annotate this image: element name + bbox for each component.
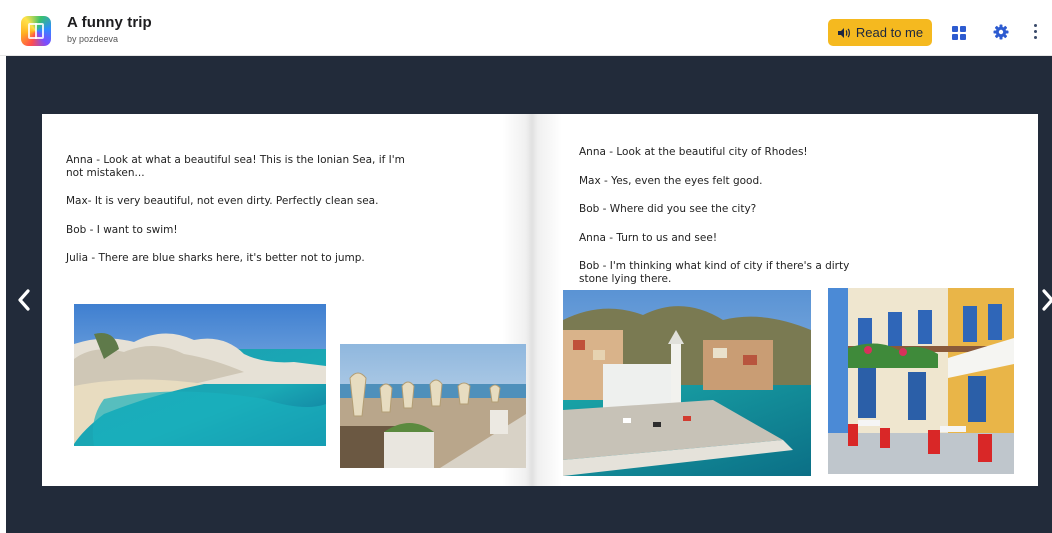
- dialogue-line: Julia - There are blue sharks here, it's…: [66, 252, 365, 264]
- read-to-me-button[interactable]: Read to me: [828, 19, 932, 46]
- dialogue-line: Anna - Look at the beautiful city of Rho…: [579, 146, 808, 158]
- dialogue-line: Max - Yes, even the eyes felt good.: [579, 174, 763, 187]
- book-title: A funny trip: [67, 14, 152, 31]
- dialogue-line: Max- It is very beautiful, not even dirt…: [66, 195, 379, 207]
- chevron-left-icon[interactable]: [14, 286, 34, 314]
- right-page-text: Anna - Look at the beautiful city of Rho…: [579, 146, 879, 301]
- top-bar: A funny trip by pozdeeva Read to me: [0, 0, 1052, 56]
- chevron-right-icon[interactable]: [1038, 286, 1052, 314]
- book-author: by pozdeeva: [67, 34, 119, 44]
- speaker-icon: [837, 27, 850, 38]
- dialogue-line: Bob - Where did you see the city?: [579, 203, 757, 215]
- dialogue-line: Anna - Look at what a beautiful sea! Thi…: [66, 154, 405, 179]
- reader-stage: Anna - Look at what a beautiful sea! Thi…: [6, 56, 1052, 533]
- dialogue-line: Anna - Turn to us and see!: [579, 231, 718, 244]
- dialogue-line: Bob - I want to swim!: [66, 223, 178, 236]
- street-cafe-photo: [828, 288, 1014, 474]
- gear-icon[interactable]: [993, 24, 1009, 40]
- beach-cafe-photo: [340, 344, 526, 468]
- book-spread: Anna - Look at what a beautiful sea! Thi…: [42, 114, 1038, 486]
- dialogue-line: Bob - I'm thinking what kind of city if …: [579, 260, 850, 285]
- left-page-text: Anna - Look at what a beautiful sea! Thi…: [66, 154, 411, 281]
- rhodes-harbor-photo: [563, 290, 811, 476]
- grid-view-icon[interactable]: [952, 26, 966, 40]
- beach-photo: [74, 304, 326, 446]
- more-options-icon[interactable]: [1034, 24, 1038, 40]
- read-to-me-label: Read to me: [855, 25, 924, 40]
- app-logo-icon[interactable]: [21, 16, 51, 46]
